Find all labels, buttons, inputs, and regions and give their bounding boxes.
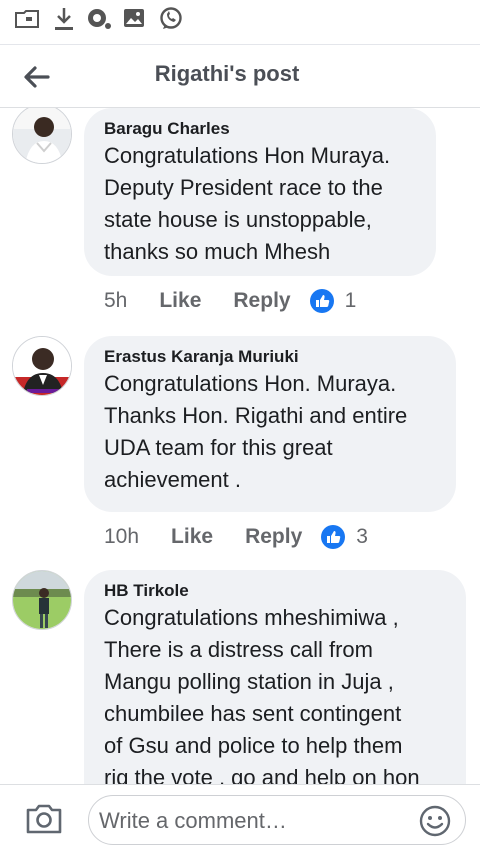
download-icon (55, 8, 73, 30)
reply-button[interactable]: Reply (245, 525, 302, 549)
comment-actions: 10h Like Reply 3 (104, 522, 368, 552)
camera-icon (26, 804, 62, 834)
comments-feed[interactable]: Baragu Charles Congratulations Hon Muray… (0, 108, 480, 784)
page-title: Rigathi's post (154, 61, 300, 86)
comment-author[interactable]: Erastus Karanja Muriuki (104, 346, 436, 368)
comment-input-placeholder: Write a comment… (99, 808, 287, 833)
avatar[interactable] (12, 570, 72, 630)
like-reaction-icon (321, 525, 346, 549)
comment-text: Congratulations Hon. Muraya. Thanks Hon.… (104, 371, 408, 492)
comment-actions: 5h Like Reply 1 (104, 286, 356, 316)
comment-input[interactable]: Write a comment… (88, 795, 466, 845)
emoji-button[interactable] (419, 805, 451, 837)
comment-bubble[interactable]: Baragu Charles Congratulations Hon Muray… (84, 108, 436, 276)
comment-time[interactable]: 10h (104, 525, 139, 549)
comment-bubble[interactable]: HB Tirkole Congratulations mheshimiwa , … (84, 570, 466, 784)
reply-button[interactable]: Reply (233, 289, 290, 313)
reaction-count[interactable]: 3 (320, 524, 368, 550)
folder-icon (15, 10, 39, 28)
avatar[interactable] (12, 336, 72, 396)
comment-bubble[interactable]: Erastus Karanja Muriuki Congratulations … (84, 336, 456, 512)
comment-text: Congratulations Hon Muraya. Deputy Presi… (104, 143, 391, 264)
comment-text: Congratulations mheshimiwa , There is a … (104, 605, 420, 784)
like-button[interactable]: Like (159, 289, 201, 313)
emoji-icon (419, 805, 451, 837)
status-bar (0, 0, 480, 36)
comment-author[interactable]: HB Tirkole (104, 580, 446, 602)
camera-button[interactable] (24, 801, 64, 837)
like-button[interactable]: Like (171, 525, 213, 549)
comment-author[interactable]: Baragu Charles (104, 118, 416, 140)
reaction-count-value: 1 (344, 289, 357, 312)
reaction-count[interactable]: 1 (309, 288, 357, 314)
camera-lens-icon (88, 9, 111, 29)
image-icon (124, 9, 144, 27)
comment-time[interactable]: 5h (104, 289, 127, 313)
reaction-count-value: 3 (356, 525, 368, 548)
post-header: Rigathi's post (0, 44, 480, 108)
avatar[interactable] (12, 108, 72, 164)
like-reaction-icon (309, 289, 334, 313)
whatsapp-icon (160, 7, 182, 29)
comment-composer: Write a comment… (0, 784, 480, 854)
